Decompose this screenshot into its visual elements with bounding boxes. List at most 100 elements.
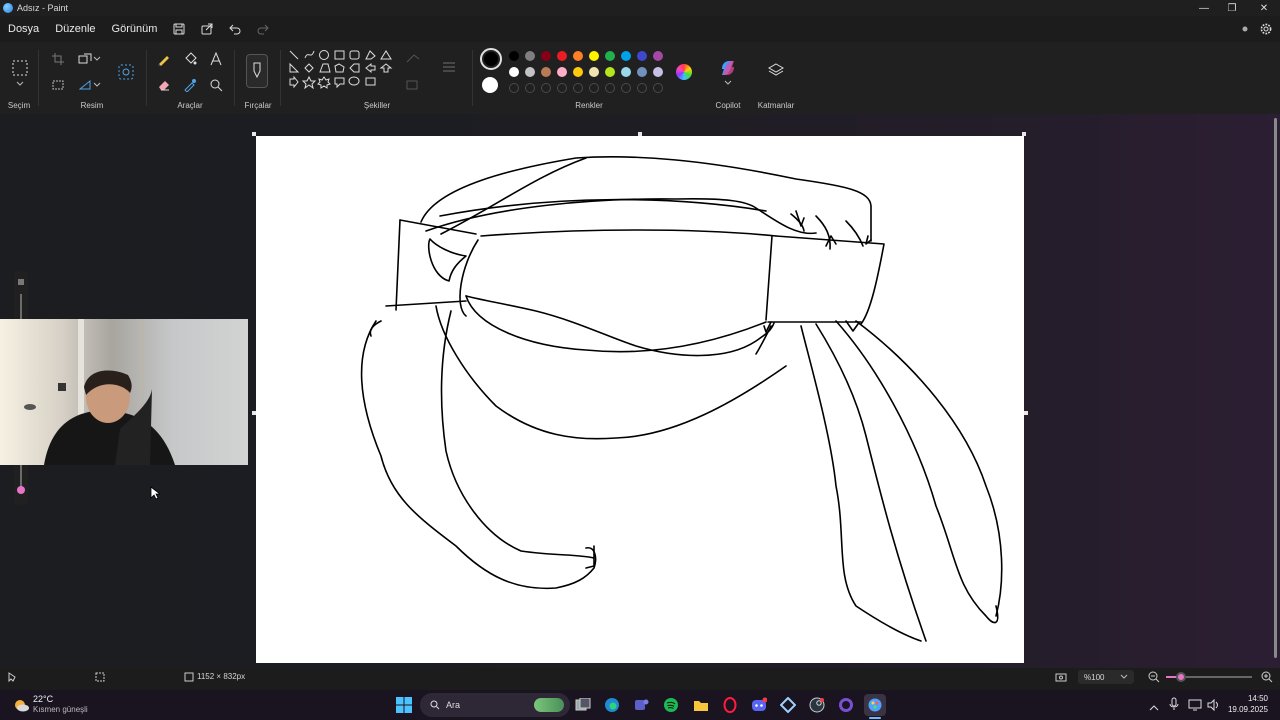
canvas-resize-handle[interactable] <box>1024 411 1028 415</box>
obs-icon[interactable] <box>835 694 857 716</box>
layers-group: Katmanlar <box>752 42 800 114</box>
zoom-slider-thumb[interactable] <box>1176 672 1186 682</box>
layers-icon[interactable] <box>766 60 786 80</box>
settings-gear-icon[interactable] <box>1258 21 1274 37</box>
layers-group-label: Katmanlar <box>757 101 795 110</box>
palette-color-swatch[interactable] <box>509 67 519 77</box>
edge-browser-icon[interactable] <box>601 694 623 716</box>
palette-color-swatch[interactable] <box>557 67 567 77</box>
account-icon[interactable] <box>1238 22 1252 36</box>
palette-color-swatch[interactable] <box>589 51 599 61</box>
copilot-dropdown-chevron-icon[interactable] <box>723 78 733 88</box>
palette-color-swatch[interactable] <box>653 67 663 77</box>
image-select-icon[interactable] <box>116 62 136 82</box>
game-launcher-icon[interactable] <box>777 694 799 716</box>
edit-colors-icon[interactable] <box>676 64 692 80</box>
custom-color-slot[interactable] <box>541 83 551 93</box>
palette-color-swatch[interactable] <box>525 51 535 61</box>
save-icon[interactable] <box>165 16 193 42</box>
palette-color-swatch[interactable] <box>525 67 535 77</box>
active-app-indicator <box>869 717 881 719</box>
resize-dropdown-chevron-icon[interactable] <box>92 50 102 68</box>
remove-background-icon[interactable] <box>49 76 67 94</box>
file-explorer-icon[interactable] <box>690 694 712 716</box>
window-title: Adsız - Paint <box>17 3 69 13</box>
color-picker-icon[interactable] <box>181 76 199 94</box>
palette-color-swatch[interactable] <box>589 67 599 77</box>
palette-color-swatch[interactable] <box>573 51 583 61</box>
custom-color-slot[interactable] <box>621 83 631 93</box>
shapes-gallery[interactable] <box>288 48 394 104</box>
zoom-out-icon[interactable] <box>1148 671 1160 685</box>
teams-icon[interactable] <box>630 694 652 716</box>
custom-color-slot[interactable] <box>573 83 583 93</box>
menu-edit[interactable]: Düzenle <box>47 16 103 42</box>
close-button[interactable]: ✕ <box>1248 0 1280 16</box>
canvas-resize-handle[interactable] <box>638 132 642 136</box>
fill-bucket-icon[interactable] <box>181 50 199 68</box>
crop-icon[interactable] <box>49 50 67 68</box>
show-hidden-icons-chevron-icon[interactable] <box>1149 699 1159 717</box>
text-tool-icon[interactable] <box>207 50 225 68</box>
custom-color-slot[interactable] <box>525 83 535 93</box>
selection-dropdown-chevron-icon[interactable] <box>11 78 29 90</box>
canvas-resize-handle[interactable] <box>252 132 256 136</box>
opera-gx-icon[interactable] <box>719 694 741 716</box>
vertical-scrollbar[interactable] <box>1274 118 1277 658</box>
palette-color-swatch[interactable] <box>573 67 583 77</box>
custom-color-slot[interactable] <box>509 83 519 93</box>
canvas-resize-handle[interactable] <box>252 411 256 415</box>
palette-color-swatch[interactable] <box>541 67 551 77</box>
weather-icon[interactable] <box>12 697 30 718</box>
restore-button[interactable]: ❐ <box>1216 0 1248 16</box>
eraser-icon[interactable] <box>155 76 173 94</box>
brush-picker-icon[interactable] <box>246 54 268 88</box>
palette-color-swatch[interactable] <box>605 67 615 77</box>
discord-icon[interactable] <box>748 694 770 716</box>
zoom-level-dropdown[interactable]: %100 <box>1078 670 1134 684</box>
palette-color-swatch[interactable] <box>541 51 551 61</box>
steam-icon[interactable] <box>806 694 828 716</box>
start-button-windows-icon[interactable] <box>393 694 415 716</box>
colors-group-label: Renkler <box>575 101 603 110</box>
palette-color-swatch[interactable] <box>621 67 631 77</box>
spotify-icon[interactable] <box>660 694 682 716</box>
palette-color-swatch[interactable] <box>621 51 631 61</box>
fit-to-window-icon[interactable] <box>1055 671 1067 685</box>
microphone-icon[interactable] <box>1169 697 1179 716</box>
clock-date[interactable]: 19.09.2025 <box>1228 705 1268 714</box>
custom-color-slot[interactable] <box>589 83 599 93</box>
rotate-dropdown-chevron-icon[interactable] <box>92 76 102 94</box>
custom-color-slot[interactable] <box>637 83 647 93</box>
canvas-resize-handle[interactable] <box>1022 132 1026 136</box>
custom-color-slot[interactable] <box>605 83 615 93</box>
share-icon[interactable] <box>193 16 221 42</box>
drawing-canvas[interactable] <box>256 136 1024 663</box>
palette-color-swatch[interactable] <box>653 51 663 61</box>
palette-color-swatch[interactable] <box>637 67 647 77</box>
select-rectangle-icon[interactable] <box>10 58 30 78</box>
magnifier-icon[interactable] <box>207 76 225 94</box>
task-view-icon[interactable] <box>572 694 594 716</box>
zoom-in-icon[interactable] <box>1261 671 1273 685</box>
network-icon[interactable] <box>1188 698 1202 716</box>
menu-file[interactable]: Dosya <box>0 16 47 42</box>
undo-icon[interactable] <box>221 16 249 42</box>
taskbar-search-box[interactable]: Ara <box>420 693 570 717</box>
pencil-icon[interactable] <box>155 50 173 68</box>
custom-color-slot[interactable] <box>557 83 567 93</box>
palette-color-swatch[interactable] <box>557 51 567 61</box>
search-icon <box>430 700 440 710</box>
redo-icon[interactable] <box>249 16 277 42</box>
menu-view[interactable]: Görünüm <box>104 16 166 42</box>
secondary-color-swatch[interactable] <box>482 77 498 93</box>
primary-color-well[interactable] <box>480 48 502 70</box>
custom-color-slot[interactable] <box>653 83 663 93</box>
clock-time[interactable]: 14:50 <box>1248 694 1268 703</box>
palette-color-swatch[interactable] <box>637 51 647 61</box>
copilot-icon[interactable] <box>718 58 738 78</box>
paint-taskbar-icon[interactable] <box>864 694 886 716</box>
palette-color-swatch[interactable] <box>605 51 615 61</box>
volume-icon[interactable] <box>1207 698 1221 716</box>
palette-color-swatch[interactable] <box>509 51 519 61</box>
